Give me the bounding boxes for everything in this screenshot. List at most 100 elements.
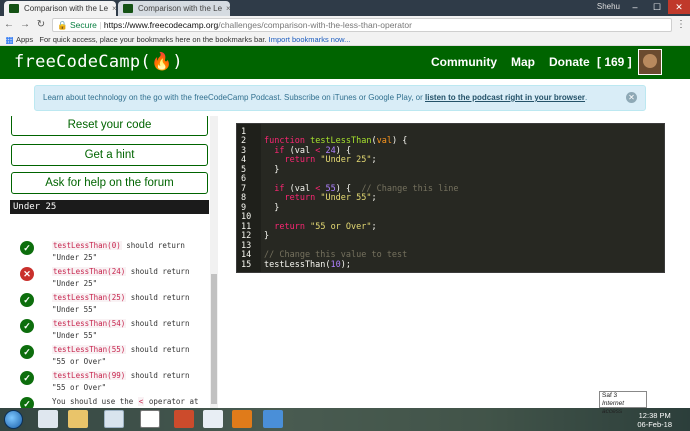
code-line: return "55 or Over"; <box>274 221 377 232</box>
apps-label[interactable]: Apps <box>16 35 33 44</box>
code-editor[interactable]: 1 2 3 4 5 6 7 8 9 10 11 12 13 14 15 function testLessT… <box>236 123 665 273</box>
test-item: ✓ testLessThan(54) should return "Under … <box>18 318 208 344</box>
tab-title: Comparison with the Le <box>138 4 223 13</box>
address-bar: ← → ↻ 🔒 Secure | https://www.freecodecam… <box>0 16 690 34</box>
taskbar: 12:38 PM 06-Feb-18 <box>0 408 690 431</box>
fcc-logo[interactable]: freeCodeCamp(🔥) <box>14 52 183 72</box>
back-icon[interactable]: ← <box>2 18 16 32</box>
ask-help-button[interactable]: Ask for help on the forum <box>11 172 208 194</box>
code-line: } <box>264 164 280 175</box>
test-text-after: operator at <box>144 397 199 406</box>
url-host: https://www.freecodecamp.org <box>103 20 219 30</box>
code-line: if (val < 24) { <box>274 145 352 156</box>
start-button-icon[interactable] <box>4 410 23 429</box>
test-item: ✓ You should use the < operator at <box>18 396 208 408</box>
tab-close-icon[interactable]: × <box>226 4 230 13</box>
app-icon[interactable] <box>203 410 223 428</box>
test-item: ✓ testLessThan(25) should return "Under … <box>18 292 208 318</box>
code-line: } <box>264 202 280 213</box>
network-tooltip: Saf 3 Internet access <box>599 391 647 415</box>
minimize-icon[interactable]: – <box>624 0 646 14</box>
nav-map[interactable]: Map <box>511 55 535 69</box>
cross-icon: ✕ <box>20 267 34 281</box>
reload-icon[interactable]: ↻ <box>34 18 48 32</box>
tab-close-icon[interactable]: × <box>112 4 116 13</box>
forward-icon[interactable]: → <box>18 18 32 32</box>
line-number: 3 <box>241 145 247 156</box>
podcast-alert: Learn about technology on the go with th… <box>34 85 646 111</box>
test-code: testLessThan(55) <box>52 345 127 354</box>
output-console: Under 25 <box>10 200 209 214</box>
test-item: ✓ testLessThan(99) should return "55 or … <box>18 370 208 396</box>
line-number: 7 <box>241 183 247 194</box>
import-bookmarks-link[interactable]: Import bookmarks now... <box>269 35 351 44</box>
check-icon: ✓ <box>20 319 34 333</box>
secure-label: Secure <box>69 20 97 30</box>
tab-title: Comparison with the Le <box>24 4 109 13</box>
maximize-icon[interactable]: ☐ <box>646 0 668 14</box>
media-player-icon[interactable] <box>232 410 252 428</box>
fcc-favicon-icon <box>123 4 133 13</box>
check-icon: ✓ <box>20 293 34 307</box>
close-window-icon[interactable]: ✕ <box>668 0 690 14</box>
browser-tab-active[interactable]: Comparison with the Le × <box>4 1 116 16</box>
app-icon[interactable] <box>174 410 194 428</box>
challenge-sidebar: Reset your code Get a hint Ask for help … <box>0 116 220 408</box>
browser-tab[interactable]: Comparison with the Le × <box>118 1 230 16</box>
check-icon: ✓ <box>20 371 34 385</box>
url-input[interactable]: 🔒 Secure | https://www.freecodecamp.org/… <box>52 18 672 32</box>
line-number: 4 <box>241 155 247 165</box>
apps-icon[interactable] <box>6 36 13 44</box>
lock-icon: 🔒 <box>57 20 68 30</box>
line-number: 15 <box>241 259 252 270</box>
alert-text: Learn about technology on the go with th… <box>43 93 426 102</box>
line-number: 10 <box>241 212 252 222</box>
reset-code-button[interactable]: Reset your code <box>11 116 208 136</box>
line-number: 13 <box>241 240 252 251</box>
code-line: } <box>264 231 270 241</box>
url-path: /challenges/comparison-with-the-less-tha… <box>218 20 412 30</box>
line-number: 6 <box>241 174 247 184</box>
fcc-navbar: freeCodeCamp(🔥) Community Map Donate [ 1… <box>0 46 690 79</box>
clock-date: 06-Feb-18 <box>637 420 672 429</box>
podcast-link[interactable]: listen to the podcast right in your brow… <box>425 93 585 102</box>
code-line: function testLessThan(val) { <box>264 136 408 146</box>
test-code: testLessThan(0) <box>52 241 122 250</box>
scrollbar-thumb[interactable] <box>211 274 217 404</box>
line-number: 1 <box>241 126 247 137</box>
browser-menu-icon[interactable]: ⋮ <box>676 18 686 32</box>
bookmarks-hint: For quick access, place your bookmarks h… <box>39 35 267 44</box>
test-code: testLessThan(54) <box>52 319 127 328</box>
test-code: testLessThan(99) <box>52 371 127 380</box>
code-line: testLessThan(10); <box>264 259 352 270</box>
alert-end: . <box>585 93 588 102</box>
explorer-window-icon[interactable] <box>104 410 124 428</box>
test-item: ✓ testLessThan(55) should return "55 or … <box>18 344 208 370</box>
profile-name[interactable]: Shehu <box>597 2 620 11</box>
line-number: 9 <box>241 202 247 213</box>
document-app-icon[interactable] <box>140 410 160 428</box>
code-line: return "Under 55"; <box>284 193 377 203</box>
test-text: You should use the <box>52 397 138 406</box>
code-line: if (val < 55) { // Change this line <box>274 183 459 194</box>
chrome-icon[interactable] <box>263 410 283 428</box>
line-number: 14 <box>241 250 252 260</box>
line-number: 5 <box>241 164 247 175</box>
nav-donate[interactable]: Donate <box>549 55 590 69</box>
test-code: testLessThan(25) <box>52 293 127 302</box>
bookmarks-bar: Apps For quick access, place your bookma… <box>0 34 690 46</box>
nav-community[interactable]: Community <box>431 55 497 69</box>
avatar[interactable] <box>638 49 662 75</box>
code-line: return "Under 25"; <box>284 155 377 165</box>
ie-icon[interactable] <box>38 410 58 428</box>
check-icon: ✓ <box>20 241 34 255</box>
line-number: 12 <box>241 231 252 241</box>
folder-icon[interactable] <box>68 410 88 428</box>
line-number: 11 <box>241 221 252 232</box>
get-hint-button[interactable]: Get a hint <box>11 144 208 166</box>
tooltip-line: Internet access <box>602 400 625 415</box>
close-alert-icon[interactable]: ✕ <box>626 92 637 103</box>
points-badge[interactable]: [ 169 ] <box>597 55 632 69</box>
sidebar-scrollbar[interactable] <box>210 116 218 408</box>
test-item: ✓ testLessThan(0) should return "Under 2… <box>18 240 208 266</box>
